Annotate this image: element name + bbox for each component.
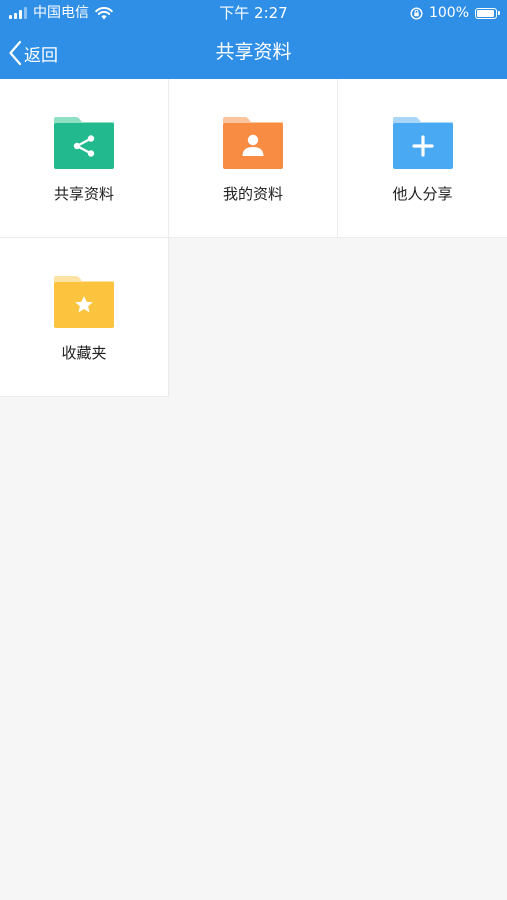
folder-grid: 共享资料 我的资料 他人分享 收藏夹 — [0, 79, 507, 397]
orientation-lock-icon — [410, 6, 423, 20]
share-folder-icon — [54, 117, 114, 169]
person-folder-icon — [223, 117, 283, 169]
page-title: 共享资料 — [215, 41, 292, 63]
star-folder-icon — [54, 276, 114, 328]
app-screen: 中国电信 下午 2:27 100% 返回 共享资料 共享资料 我的资料 他人分享… — [0, 0, 507, 900]
tile-label: 我的资料 — [222, 185, 283, 203]
battery-level-fill — [477, 9, 494, 17]
tile-favorites[interactable]: 收藏夹 — [0, 238, 169, 397]
status-bar: 中国电信 下午 2:27 100% — [0, 0, 507, 26]
tile-label: 他人分享 — [392, 185, 453, 203]
tile-my-materials[interactable]: 我的资料 — [169, 79, 338, 238]
top-bar: 中国电信 下午 2:27 100% 返回 共享资料 — [0, 0, 507, 79]
tile-shared-materials[interactable]: 共享资料 — [0, 79, 169, 238]
tile-label: 收藏夹 — [61, 344, 107, 362]
tile-others-shared[interactable]: 他人分享 — [338, 79, 507, 238]
tile-label: 共享资料 — [53, 185, 114, 203]
nav-bar: 返回 共享资料 — [0, 26, 507, 79]
plus-folder-icon — [392, 117, 453, 169]
status-right: 100% — [410, 4, 500, 22]
battery-icon — [475, 7, 500, 19]
battery-percent: 100% — [428, 5, 469, 21]
